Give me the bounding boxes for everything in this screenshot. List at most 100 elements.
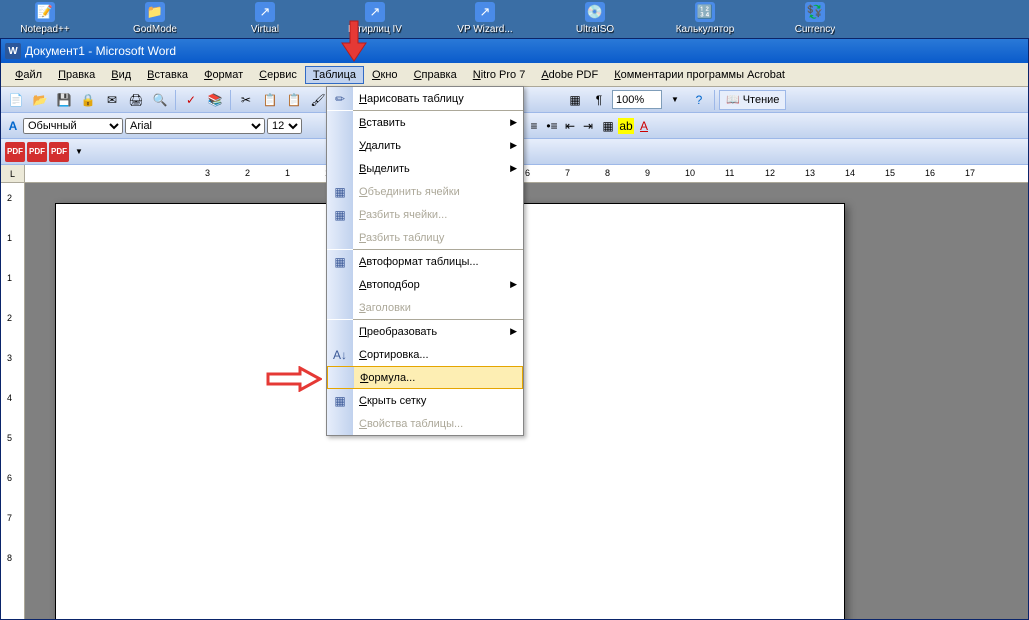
desktop-icon-0[interactable]: 📝Notepad++ <box>10 2 80 35</box>
menu-правка[interactable]: Правка <box>50 66 103 84</box>
pdf-more-button[interactable]: ▼ <box>71 144 87 160</box>
font-color-button[interactable]: A <box>636 118 652 134</box>
ruler-vertical: 2112345678 <box>1 183 25 619</box>
menu-вставка[interactable]: Вставка <box>139 66 196 84</box>
desktop-glyph-icon: 💿 <box>585 2 605 22</box>
menuitem-label: Разбить ячейки... <box>353 209 523 221</box>
menuitem-icon <box>327 412 353 435</box>
print-preview-button[interactable]: 🔍 <box>149 89 171 111</box>
save-button[interactable]: 💾 <box>53 89 75 111</box>
menu-справка[interactable]: Справка <box>406 66 465 84</box>
table-dropdown-menu: ✏Нарисовать таблицуВставить▶Удалить▶Выде… <box>326 86 524 436</box>
menuitem-преобразовать[interactable]: Преобразовать▶ <box>327 320 523 343</box>
desktop-icon-1[interactable]: 📁GodMode <box>120 2 190 35</box>
reading-mode-button[interactable]: 📖Чтение <box>719 90 786 110</box>
menu-комментарии-программы-acrobat[interactable]: Комментарии программы Acrobat <box>606 66 793 84</box>
desktop-icon-2[interactable]: ↗Virtual <box>230 2 300 35</box>
increase-indent-button[interactable]: ⇥ <box>580 118 596 134</box>
red-arrow-right-annotation <box>266 366 322 392</box>
styles-pane-button[interactable]: A <box>5 118 21 134</box>
ruler-h-tick: 7 <box>565 168 570 178</box>
menubar: ФайлПравкаВидВставкаФорматСервисТаблицаО… <box>1 63 1028 87</box>
menuitem-label: Нарисовать таблицу <box>353 93 523 105</box>
ruler-h-tick: 15 <box>885 168 895 178</box>
menu-вид[interactable]: Вид <box>103 66 139 84</box>
ruler-v-tick: 7 <box>7 513 12 523</box>
spell-check-button[interactable]: ✓ <box>180 89 202 111</box>
menuitem-вставить[interactable]: Вставить▶ <box>327 111 523 134</box>
desktop-icon-4[interactable]: ↗VP Wizard... <box>450 2 520 35</box>
permission-button[interactable]: 🔒 <box>77 89 99 111</box>
zoom-dropdown-button[interactable]: ▼ <box>664 89 686 111</box>
menuitem-автоподбор[interactable]: Автоподбор▶ <box>327 273 523 296</box>
columns-button[interactable]: ▦ <box>564 89 586 111</box>
menuitem-label: Разбить таблицу <box>353 232 523 244</box>
menuitem-icon <box>327 226 353 249</box>
menuitem-разбить-таблицу: Разбить таблицу <box>327 226 523 249</box>
pdf-export-2-button[interactable]: PDF <box>27 142 47 162</box>
borders-button[interactable]: ▦ <box>600 118 616 134</box>
open-button[interactable]: 📂 <box>29 89 51 111</box>
ruler-h-tick: 2 <box>245 168 250 178</box>
pdf-export-3-button[interactable]: PDF <box>49 142 69 162</box>
menuitem-формула[interactable]: Формула... <box>327 366 523 389</box>
ruler-h-tick: 14 <box>845 168 855 178</box>
menuitem-icon: ▦ <box>327 180 353 203</box>
page-scroll-area[interactable] <box>25 183 1028 619</box>
numbered-list-button[interactable]: ≡ <box>526 118 542 134</box>
show-marks-button[interactable]: ¶ <box>588 89 610 111</box>
cut-button[interactable]: ✂ <box>235 89 257 111</box>
help-button[interactable]: ? <box>688 89 710 111</box>
menuitem-разбить-ячейки: ▦Разбить ячейки... <box>327 203 523 226</box>
menuitem-icon <box>327 273 353 296</box>
font-size-combobox[interactable]: 12 <box>267 118 302 134</box>
paste-button[interactable]: 📋 <box>283 89 305 111</box>
menu-nitro-pro-7[interactable]: Nitro Pro 7 <box>465 66 534 84</box>
menuitem-скрыть-сетку[interactable]: ▦Скрыть сетку <box>327 389 523 412</box>
print-button[interactable]: 🖨 <box>125 89 147 111</box>
menu-файл[interactable]: Файл <box>7 66 50 84</box>
font-combobox[interactable]: Arial <box>125 118 265 134</box>
menu-таблица[interactable]: Таблица <box>305 66 364 84</box>
menuitem-выделить[interactable]: Выделить▶ <box>327 157 523 180</box>
desktop-icon-7[interactable]: 💱Currency <box>780 2 850 35</box>
menuitem-удалить[interactable]: Удалить▶ <box>327 134 523 157</box>
menuitem-нарисовать-таблицу[interactable]: ✏Нарисовать таблицу <box>327 87 523 110</box>
menuitem-объединить-ячейки: ▦Объединить ячейки <box>327 180 523 203</box>
menuitem-автоформат-таблицы[interactable]: ▦Автоформат таблицы... <box>327 250 523 273</box>
highlight-button[interactable]: ab <box>618 118 634 134</box>
menu-сервис[interactable]: Сервис <box>251 66 305 84</box>
submenu-arrow-icon: ▶ <box>510 117 517 128</box>
window-title: Документ1 - Microsoft Word <box>25 44 176 58</box>
research-button[interactable]: 📚 <box>204 89 226 111</box>
desktop-icon-5[interactable]: 💿UltraISO <box>560 2 630 35</box>
desktop-icon-label: VP Wizard... <box>457 24 512 35</box>
menuitem-label: Автоподбор <box>353 279 523 291</box>
menuitem-icon <box>327 157 353 180</box>
new-doc-button[interactable]: 📄 <box>5 89 27 111</box>
ruler-v-tick: 2 <box>7 193 12 203</box>
decrease-indent-button[interactable]: ⇤ <box>562 118 578 134</box>
menu-формат[interactable]: Формат <box>196 66 251 84</box>
menuitem-label: Вставить <box>353 117 523 129</box>
style-combobox[interactable]: Обычный <box>23 118 123 134</box>
desktop-icon-label: Currency <box>795 24 836 35</box>
ruler-v-tick: 6 <box>7 473 12 483</box>
mail-button[interactable]: ✉ <box>101 89 123 111</box>
menuitem-сортировка[interactable]: A↓Сортировка... <box>327 343 523 366</box>
ruler-h-tick: 12 <box>765 168 775 178</box>
desktop-glyph-icon: ↗ <box>255 2 275 22</box>
submenu-arrow-icon: ▶ <box>510 279 517 290</box>
word-app-icon: W <box>5 43 21 59</box>
copy-button[interactable]: 📋 <box>259 89 281 111</box>
desktop-icon-6[interactable]: 🔢Калькулятор <box>670 2 740 35</box>
bullet-list-button[interactable]: •≡ <box>544 118 560 134</box>
menuitem-icon <box>328 367 354 388</box>
pdf-export-1-button[interactable]: PDF <box>5 142 25 162</box>
menu-adobe-pdf[interactable]: Adobe PDF <box>533 66 606 84</box>
menu-окно[interactable]: Окно <box>364 66 406 84</box>
titlebar: W Документ1 - Microsoft Word <box>1 39 1028 63</box>
zoom-combobox[interactable] <box>612 90 662 109</box>
submenu-arrow-icon: ▶ <box>510 326 517 337</box>
ruler-h-tick: 16 <box>925 168 935 178</box>
